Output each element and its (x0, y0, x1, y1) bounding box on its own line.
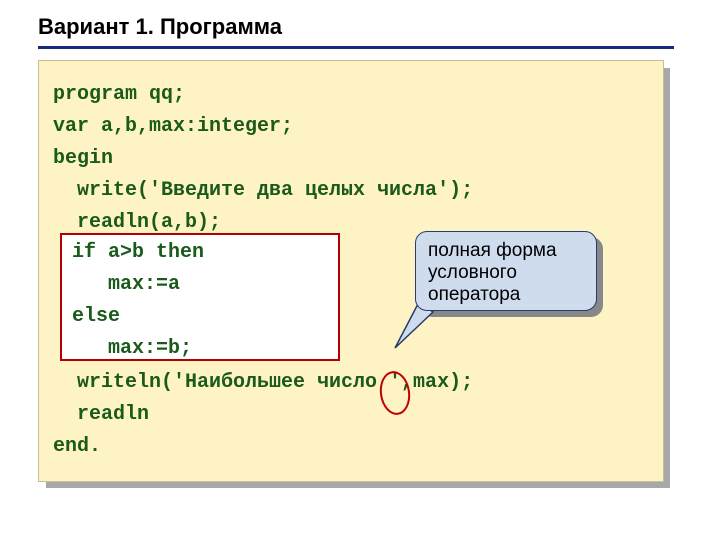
highlight-line: max:=b; (72, 337, 192, 360)
code-line: readln(a,b); (53, 211, 221, 234)
code-line: readln (53, 403, 149, 426)
code-line: write('Введите два целых числа'); (53, 179, 473, 202)
code-line: begin (53, 147, 113, 170)
page-title: Вариант 1. Программа (38, 14, 282, 40)
code-line: var a,b,max:integer; (53, 115, 293, 138)
highlight-box: if a>b then max:=a else max:=b; (60, 233, 340, 361)
code-line: writeln('Наибольшее число ',max); (53, 371, 473, 394)
callout-bubble: полная форма условного оператора (415, 231, 597, 311)
code-line: end. (53, 435, 101, 458)
code-line: program qq; (53, 83, 185, 106)
title-underline (38, 46, 674, 49)
highlight-line: max:=a (72, 273, 180, 296)
highlight-line: else (72, 305, 120, 328)
highlight-code: if a>b then max:=a else max:=b; (72, 237, 204, 365)
highlight-line: if a>b then (72, 241, 204, 264)
